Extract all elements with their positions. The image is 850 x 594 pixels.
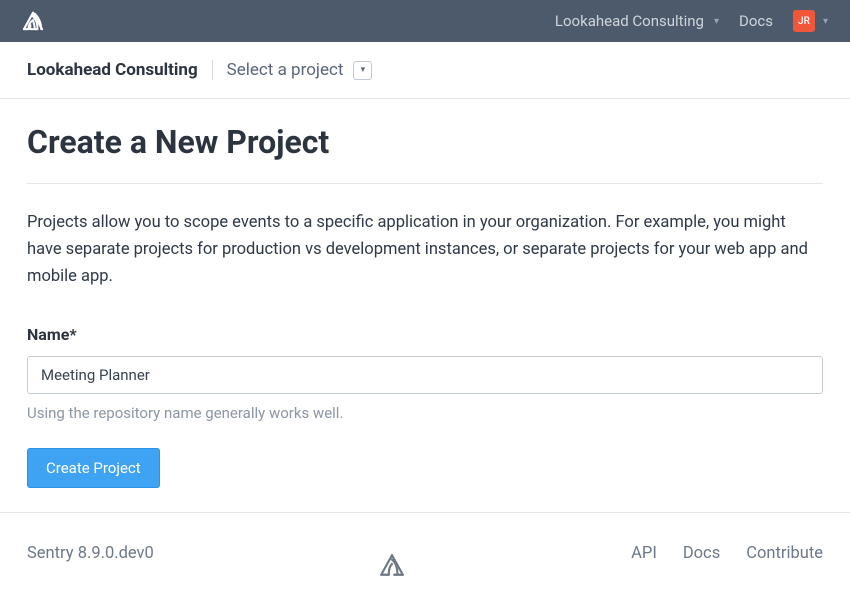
project-selector-label: Select a project xyxy=(227,60,344,80)
breadcrumb-org[interactable]: Lookahead Consulting xyxy=(27,60,213,80)
org-dropdown-label: Lookahead Consulting xyxy=(555,12,704,30)
main-content: Create a New Project Projects allow you … xyxy=(0,99,850,488)
navbar-left xyxy=(22,11,44,31)
divider xyxy=(27,183,823,184)
name-input[interactable] xyxy=(27,356,823,394)
docs-link[interactable]: Docs xyxy=(739,12,773,30)
project-selector[interactable]: Select a project ▾ xyxy=(213,60,373,80)
footer: Sentry 8.9.0.dev0 API Docs Contribute xyxy=(0,512,850,594)
navbar-right: Lookahead Consulting ▾ Docs JR ▾ xyxy=(555,10,828,32)
chevron-down-icon: ▾ xyxy=(714,16,719,27)
breadcrumb-bar: Lookahead Consulting Select a project ▾ xyxy=(0,42,850,99)
chevron-down-icon: ▾ xyxy=(361,65,366,75)
sentry-logo-icon[interactable] xyxy=(22,11,44,31)
footer-version: Sentry 8.9.0.dev0 xyxy=(27,544,154,563)
page-title: Create a New Project xyxy=(27,123,823,161)
user-menu[interactable]: JR ▾ xyxy=(793,10,828,32)
footer-docs-link[interactable]: Docs xyxy=(683,544,720,563)
top-navbar: Lookahead Consulting ▾ Docs JR ▾ xyxy=(0,0,850,42)
create-project-button[interactable]: Create Project xyxy=(27,448,160,488)
footer-api-link[interactable]: API xyxy=(631,544,657,563)
footer-contribute-link[interactable]: Contribute xyxy=(746,544,823,563)
org-dropdown[interactable]: Lookahead Consulting ▾ xyxy=(555,12,719,30)
sentry-logo-icon xyxy=(379,553,405,581)
name-help-text: Using the repository name generally work… xyxy=(27,404,823,422)
name-field-label: Name* xyxy=(27,325,823,344)
page-description: Projects allow you to scope events to a … xyxy=(27,210,823,291)
avatar: JR xyxy=(793,10,815,32)
project-dropdown-button[interactable]: ▾ xyxy=(353,61,372,80)
footer-links: API Docs Contribute xyxy=(631,544,823,563)
chevron-down-icon: ▾ xyxy=(823,16,828,27)
